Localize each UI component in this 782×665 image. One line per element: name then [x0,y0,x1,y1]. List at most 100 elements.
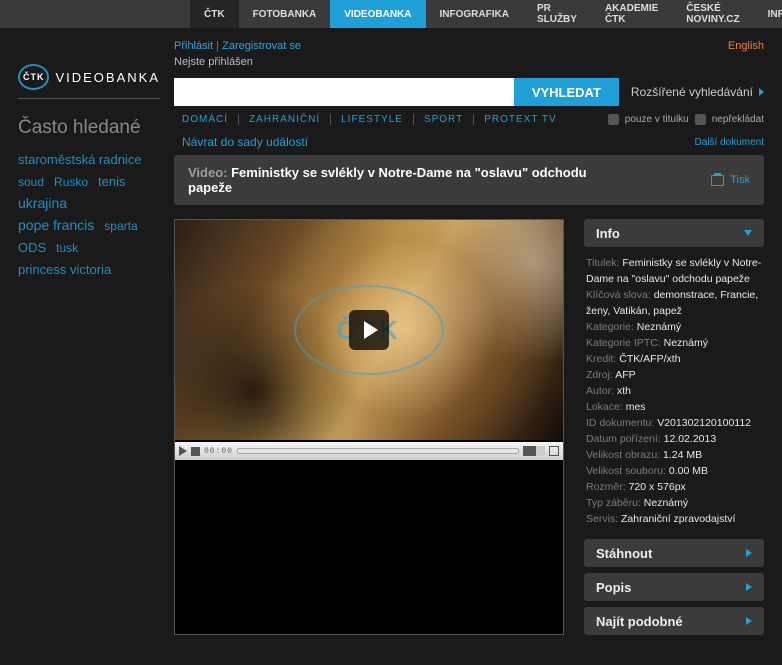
search-input[interactable] [174,78,514,106]
auth-status: Nejste přihlášen [174,56,764,68]
info-key: Servis: [586,513,621,525]
tag-sparta[interactable]: sparta [104,216,137,237]
info-row: Velikost souboru: 0.00 MB [586,463,762,479]
video-progress[interactable] [237,448,519,454]
tag-ukrajina[interactable]: ukrajina [18,193,67,214]
category-nav: DOMÁCÍZAHRANIČNÍLIFESTYLESPORTPROTEXT TV… [174,114,764,125]
fullscreen-icon[interactable] [549,446,559,456]
info-row: Lokace: mes [586,399,762,415]
logo-text: VIDEOBANKA [55,70,160,85]
topnav-tab--tk[interactable]: ČTK [190,0,239,28]
panel-desc-label: Popis [596,580,631,595]
back-to-events-link[interactable]: Návrat do sady událostí [174,135,308,149]
category-lifestyle[interactable]: LIFESTYLE [330,114,413,125]
info-key: Klíčová slova: [586,289,654,301]
info-body: Titulek: Feministky se svlékly v Notre-D… [584,253,764,533]
tag-starom-stsk-radnice[interactable]: staroměstská radnice [18,149,142,170]
topnav-tab-pr-slu-by[interactable]: PR SLUŽBY [523,0,591,28]
category-sport[interactable]: SPORT [413,114,473,125]
info-row: Typ záběru: Neznámý [586,495,762,511]
info-key: Kategorie: [586,321,637,333]
info-value: Zahraniční zpravodajství [621,513,735,525]
print-button[interactable]: Tisk [711,174,750,186]
topnav-tab-videobanka[interactable]: VIDEOBANKA [330,0,425,28]
next-document-link[interactable]: Další dokument [695,137,764,148]
play-button[interactable] [349,310,389,350]
top-nav: ČTKFOTOBANKAVIDEOBANKAINFOGRAFIKAPR SLUŽ… [0,0,782,28]
auth-links: Přihlásit | Zaregistrovat se [174,40,301,52]
panel-info-header[interactable]: Info [584,219,764,247]
brand-logo[interactable]: ČTK VIDEOBANKA [18,40,160,99]
control-stop-icon[interactable] [191,447,200,456]
document-title-prefix: Video: [188,165,231,180]
tag-tenis[interactable]: tenis [98,171,125,192]
control-play-icon[interactable] [179,446,187,456]
info-row: Klíčová slova: demonstrace, Francie, žen… [586,287,762,319]
topnav-tab-fotobanka[interactable]: FOTOBANKA [239,0,331,28]
tag-rusko[interactable]: Rusko [54,172,88,193]
topnav-tab--esk-noviny-cz[interactable]: ČESKÉ NOVINY.CZ [672,0,753,28]
info-key: Datum pořízení: [586,433,664,445]
panel-download-label: Stáhnout [596,546,652,561]
info-key: Velikost souboru: [586,465,669,477]
chevron-right-icon [746,617,752,625]
document-title-bar: Video: Feministky se svlékly v Notre-Dam… [174,155,764,205]
auth-sep: | [213,40,222,52]
info-key: Kategorie IPTC: [586,337,664,349]
info-row: Velikost obrazu: 1.24 MB [586,447,762,463]
info-row: Servis: Zahraniční zpravodajství [586,511,762,527]
info-key: Velikost obrazu: [586,449,663,461]
volume-icon[interactable] [523,446,545,456]
panel-download-header[interactable]: Stáhnout [584,539,764,567]
info-row: Autor: xth [586,383,762,399]
document-title-text: Feministky se svlékly v Notre-Dame na "o… [188,165,587,195]
info-value: Neznámý [644,497,688,509]
info-row: Kategorie: Neznámý [586,319,762,335]
logo-mark-icon: ČTK [18,64,49,90]
info-row: Titulek: Feministky se svlékly v Notre-D… [586,255,762,287]
login-link[interactable]: Přihlásit [174,40,213,52]
info-value: AFP [615,369,635,381]
tag-soud[interactable]: soud [18,172,44,193]
print-label: Tisk [730,174,750,186]
info-row: Kategorie IPTC: Neznámý [586,335,762,351]
topnav-tab-infobanka[interactable]: INFOBANKA [754,0,782,28]
no-translate-checkbox[interactable] [695,114,706,125]
no-translate-label: nepřekládat [712,114,764,125]
video-player: ČTK 00:00 [174,219,564,635]
search-box: VYHLEDAT [174,78,619,106]
info-value: ČTK/AFP/xth [619,353,680,365]
info-row: Datum pořízení: 12.02.2013 [586,431,762,447]
tag-tusk[interactable]: tusk [56,238,78,259]
info-value: 12.02.2013 [664,433,717,445]
info-value: 1.24 MB [663,449,702,461]
tag-princess-victoria[interactable]: princess victoria [18,259,111,280]
info-key: Autor: [586,385,617,397]
video-controls: 00:00 [175,442,563,460]
search-button[interactable]: VYHLEDAT [514,78,619,106]
tag-ods[interactable]: ODS [18,237,46,258]
video-frame[interactable]: ČTK [175,220,563,440]
topnav-tab-akademie-tk[interactable]: AKADEMIE ČTK [591,0,672,28]
register-link[interactable]: Zaregistrovat se [222,40,301,52]
category-zahrani-n-[interactable]: ZAHRANIČNÍ [238,114,330,125]
title-only-checkbox[interactable] [608,114,619,125]
chevron-down-icon [744,230,752,236]
info-value: Neznámý [637,321,681,333]
topnav-tab-infografika[interactable]: INFOGRAFIKA [426,0,523,28]
panel-similar-label: Najít podobné [596,614,683,629]
info-value: 0.00 MB [669,465,708,477]
advanced-search-link[interactable]: Rozšířené vyhledávání [631,85,764,99]
language-switch[interactable]: English [728,40,764,52]
chevron-right-icon [746,583,752,591]
tag-pope-francis[interactable]: pope francis [18,215,94,236]
info-key: ID dokumentu: [586,417,657,429]
chevron-right-icon [746,549,752,557]
category-protext-tv[interactable]: PROTEXT TV [473,114,566,125]
info-value: xth [617,385,631,397]
often-searched-heading: Často hledané [18,117,160,139]
title-only-label: pouze v titulku [625,114,689,125]
panel-desc-header[interactable]: Popis [584,573,764,601]
panel-similar-header[interactable]: Najít podobné [584,607,764,635]
category-dom-c-[interactable]: DOMÁCÍ [174,114,238,125]
